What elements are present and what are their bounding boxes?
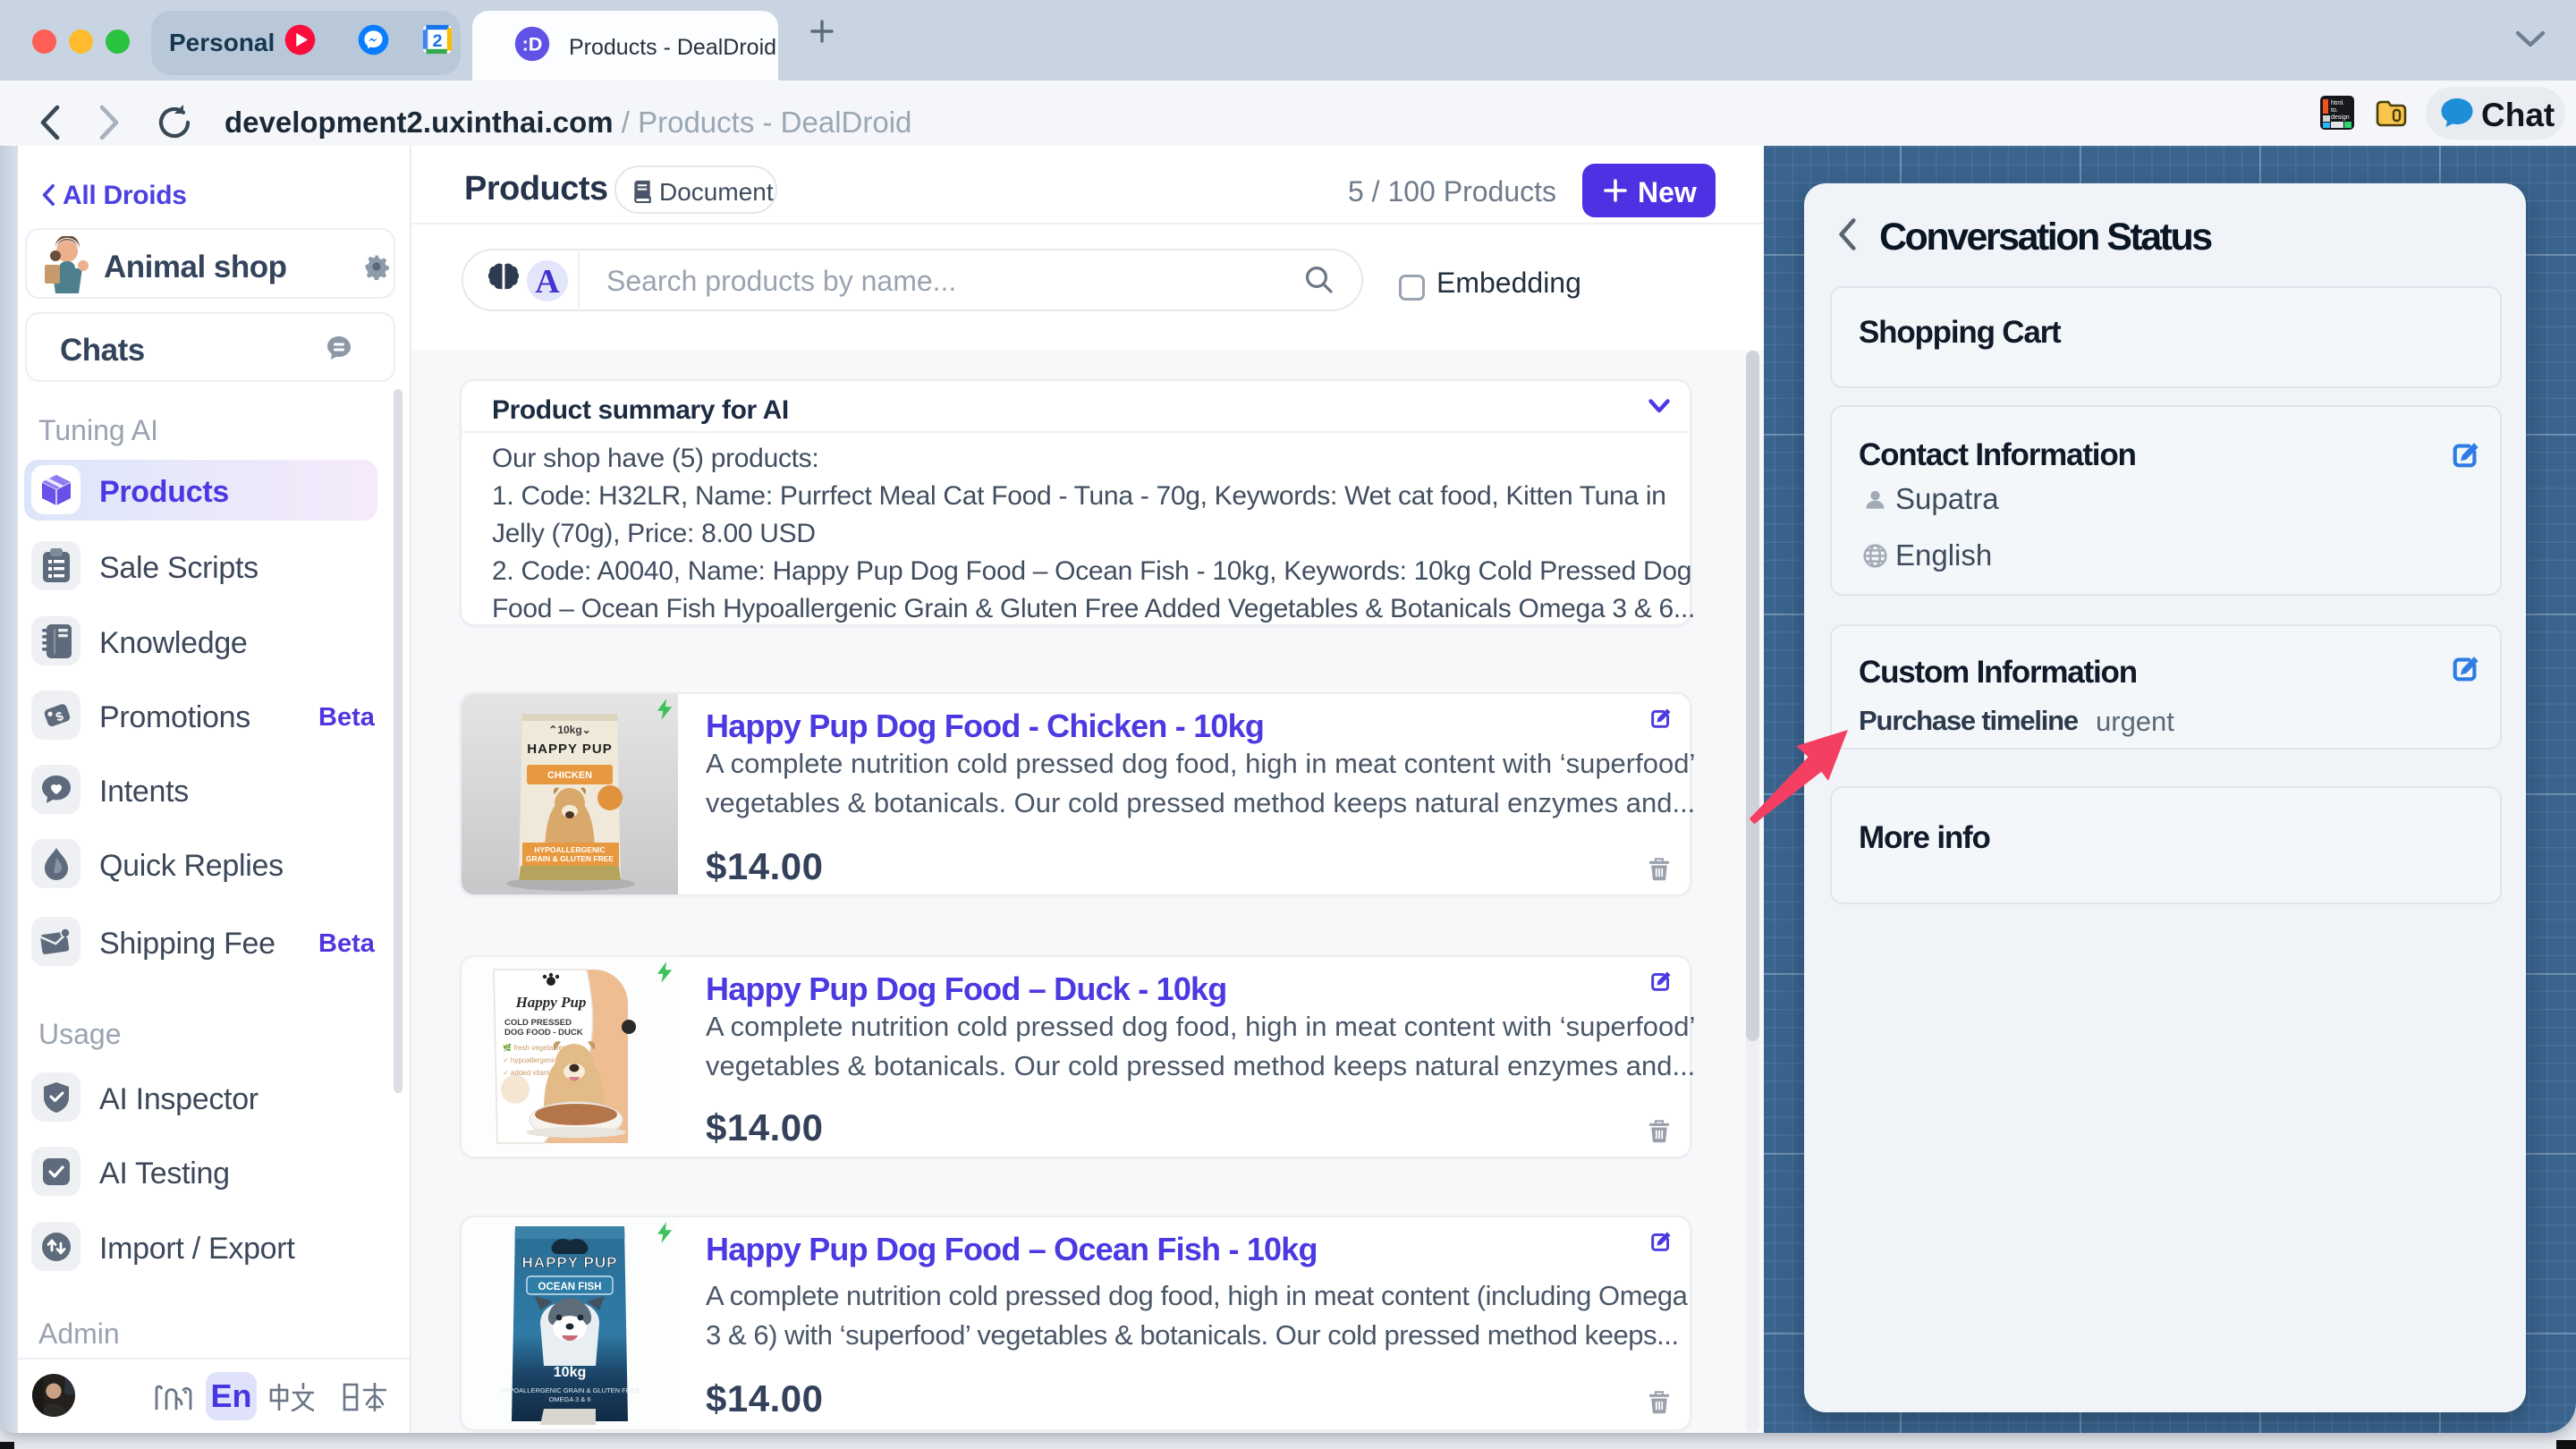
svg-text:OMEGA 3 & 6: OMEGA 3 & 6 (548, 1395, 590, 1403)
svg-text::D: :D (522, 33, 543, 55)
svg-text:CHICKEN: CHICKEN (547, 770, 592, 781)
svg-text:✓ hypoallergenic: ✓ hypoallergenic (503, 1056, 557, 1064)
svg-text:2: 2 (432, 31, 442, 51)
svg-text:GRAIN & GLUTEN FREE: GRAIN & GLUTEN FREE (526, 854, 614, 863)
svg-text:html.: html. (2331, 100, 2344, 106)
svg-text:10kg: 10kg (554, 1365, 586, 1380)
svg-text:Happy Pup: Happy Pup (515, 994, 587, 1011)
svg-text:design: design (2331, 114, 2350, 121)
svg-text:HAPPY PUP: HAPPY PUP (522, 1254, 618, 1271)
svg-text:⌃10kg⌄: ⌃10kg⌄ (548, 724, 590, 736)
svg-text:COLD PRESSED: COLD PRESSED (504, 1018, 572, 1028)
svg-text:HYPOALLERGENIC GRAIN & GLUTEN: HYPOALLERGENIC GRAIN & GLUTEN FREE (500, 1386, 640, 1394)
svg-text:OCEAN FISH: OCEAN FISH (538, 1282, 602, 1292)
svg-text:HYPOALLERGENIC: HYPOALLERGENIC (534, 845, 605, 854)
svg-text:DOG FOOD - DUCK: DOG FOOD - DUCK (504, 1028, 583, 1038)
svg-text:to.: to. (2331, 107, 2338, 114)
svg-text:HAPPY PUP: HAPPY PUP (527, 741, 612, 757)
